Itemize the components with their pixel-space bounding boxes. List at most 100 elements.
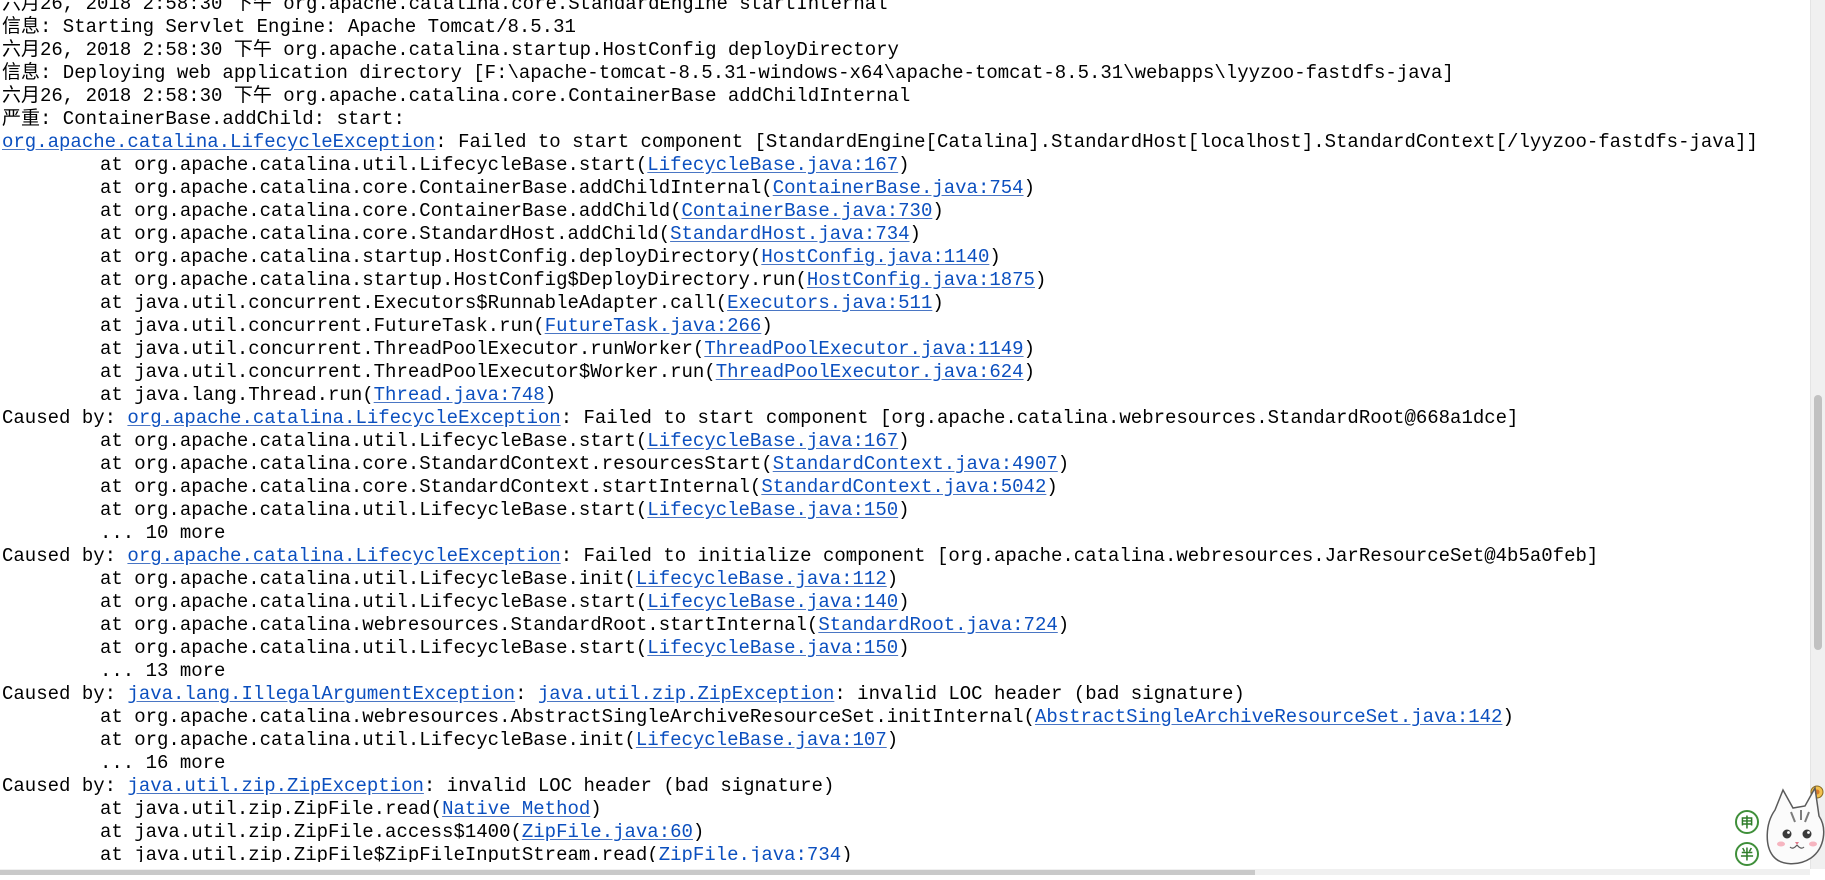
vertical-scrollbar[interactable]	[1810, 0, 1825, 869]
source-link[interactable]: LifecycleBase.java:112	[636, 568, 887, 590]
stack-trace-line: at java.util.concurrent.ThreadPoolExecut…	[2, 338, 1758, 361]
source-link[interactable]: ZipFile.java:734	[659, 844, 841, 862]
source-link[interactable]: StandardRoot.java:724	[818, 614, 1057, 636]
log-text: :	[515, 683, 538, 705]
log-line: Caused by: org.apache.catalina.Lifecycle…	[2, 545, 1758, 568]
log-text: )	[886, 568, 899, 590]
source-link[interactable]: LifecycleBase.java:150	[647, 637, 898, 659]
source-link[interactable]: StandardContext.java:5042	[761, 476, 1046, 498]
log-text: at org.apache.catalina.util.LifecycleBas…	[100, 154, 648, 176]
log-text: 六月26, 2018 2:58:30 下午 org.apache.catalin…	[2, 85, 911, 107]
vertical-scrollbar-thumb[interactable]	[1814, 395, 1822, 650]
stack-trace-line: at java.util.concurrent.ThreadPoolExecut…	[2, 361, 1758, 384]
source-link[interactable]: HostConfig.java:1875	[807, 269, 1035, 291]
log-text: at org.apache.catalina.core.ContainerBas…	[100, 177, 773, 199]
log-text: at java.util.concurrent.ThreadPoolExecut…	[100, 361, 716, 383]
stack-trace-line: at org.apache.catalina.util.LifecycleBas…	[2, 729, 1758, 752]
log-text: )	[898, 499, 910, 521]
stack-trace-line: at org.apache.catalina.util.LifecycleBas…	[2, 430, 1758, 453]
log-text: 六月26, 2018 2:58:30 下午 org.apache.catalin…	[2, 0, 888, 15]
source-link[interactable]: HostConfig.java:1140	[761, 246, 989, 268]
log-text: )	[1023, 338, 1035, 360]
log-text: ... 16 more	[100, 752, 226, 774]
source-link[interactable]: org.apache.catalina.LifecycleException	[127, 545, 560, 567]
source-link[interactable]: org.apache.catalina.LifecycleException	[2, 131, 435, 153]
stack-trace-line: at org.apache.catalina.util.LifecycleBas…	[2, 499, 1758, 522]
source-link[interactable]: ContainerBase.java:730	[682, 200, 933, 222]
log-text: at org.apache.catalina.core.ContainerBas…	[100, 200, 682, 222]
source-link[interactable]: java.util.zip.ZipException	[538, 683, 834, 705]
console-lines: 六月26, 2018 2:58:30 下午 org.apache.catalin…	[2, 0, 1758, 862]
stack-trace-line: at org.apache.catalina.core.StandardCont…	[2, 453, 1758, 476]
log-text: at org.apache.catalina.util.LifecycleBas…	[100, 591, 648, 613]
log-text: Caused by:	[2, 407, 128, 429]
log-text: )	[1502, 706, 1514, 728]
log-text: )	[590, 798, 602, 820]
log-text: at org.apache.catalina.util.LifecycleBas…	[100, 499, 648, 521]
stack-trace-line: at org.apache.catalina.startup.HostConfi…	[2, 269, 1758, 292]
source-link[interactable]: AbstractSingleArchiveResourceSet.java:14…	[1035, 706, 1502, 728]
cat-mascot-icon[interactable]: 申 半	[1735, 778, 1825, 875]
stack-trace-line: at java.util.zip.ZipFile.read(Native Met…	[2, 798, 1758, 821]
log-text: at java.lang.Thread.run(	[100, 384, 374, 406]
log-text: 六月26, 2018 2:58:30 下午 org.apache.catalin…	[2, 39, 899, 61]
log-text: Caused by:	[2, 775, 128, 797]
log-text: )	[1034, 269, 1047, 291]
log-text: )	[692, 821, 705, 843]
source-link[interactable]: FutureTask.java:266	[545, 315, 762, 337]
log-text: Caused by:	[2, 545, 128, 567]
log-text: at org.apache.catalina.core.StandardHost…	[100, 223, 671, 245]
log-text: at java.util.concurrent.ThreadPoolExecut…	[100, 338, 705, 360]
log-text: )	[932, 292, 944, 314]
log-text: at org.apache.catalina.util.LifecycleBas…	[100, 568, 636, 590]
log-line: Caused by: java.util.zip.ZipException: i…	[2, 775, 1758, 798]
log-text: : Failed to initialize component [org.ap…	[560, 545, 1599, 567]
log-text: : Failed to start component [StandardEng…	[435, 131, 1758, 153]
log-text: )	[989, 246, 1001, 268]
stack-trace-line: at org.apache.catalina.util.LifecycleBas…	[2, 591, 1758, 614]
stack-trace-line: at org.apache.catalina.core.StandardHost…	[2, 223, 1758, 246]
source-link[interactable]: Executors.java:511	[727, 292, 932, 314]
stack-trace-line: at org.apache.catalina.util.LifecycleBas…	[2, 637, 1758, 660]
stack-trace-line: at java.util.zip.ZipFile.access$1400(Zip…	[2, 821, 1758, 844]
log-line: org.apache.catalina.LifecycleException: …	[2, 131, 1758, 154]
source-link[interactable]: ContainerBase.java:754	[773, 177, 1024, 199]
source-link[interactable]: ThreadPoolExecutor.java:1149	[704, 338, 1023, 360]
source-link[interactable]: LifecycleBase.java:140	[647, 591, 898, 613]
stack-trace-line: ... 13 more	[2, 660, 1758, 683]
log-text: )	[544, 384, 557, 406]
source-link[interactable]: LifecycleBase.java:150	[647, 499, 898, 521]
horizontal-scrollbar-thumb[interactable]	[0, 870, 1255, 875]
horizontal-scrollbar[interactable]	[0, 869, 1810, 875]
source-link[interactable]: LifecycleBase.java:167	[647, 154, 898, 176]
log-text: at org.apache.catalina.webresources.Stan…	[100, 614, 819, 636]
log-text: : Failed to start component [org.apache.…	[560, 407, 1519, 429]
log-text: )	[898, 637, 910, 659]
log-text: 严重: ContainerBase.addChild: start:	[2, 108, 405, 130]
log-text: at org.apache.catalina.core.StandardCont…	[100, 453, 773, 475]
log-text: 信息: Deploying web application directory …	[2, 62, 1454, 84]
log-text: )	[932, 200, 944, 222]
log-text: at org.apache.catalina.util.LifecycleBas…	[100, 637, 648, 659]
console-output[interactable]: 六月26, 2018 2:58:30 下午 org.apache.catalin…	[0, 0, 1810, 862]
stack-trace-line: at java.util.zip.ZipFile$ZipFileInputStr…	[2, 844, 1758, 862]
source-link[interactable]: StandardContext.java:4907	[773, 453, 1058, 475]
source-link[interactable]: ThreadPoolExecutor.java:624	[716, 361, 1024, 383]
source-link[interactable]: LifecycleBase.java:167	[647, 430, 898, 452]
log-text: )	[1023, 361, 1035, 383]
log-text: )	[909, 223, 921, 245]
source-link[interactable]: java.util.zip.ZipException	[127, 775, 423, 797]
log-text: at org.apache.catalina.startup.HostConfi…	[100, 269, 807, 291]
log-text: 信息: Starting Servlet Engine: Apache Tomc…	[2, 16, 576, 38]
log-line: Caused by: java.lang.IllegalArgumentExce…	[2, 683, 1758, 706]
log-text: at org.apache.catalina.core.StandardCont…	[100, 476, 762, 498]
source-link[interactable]: Thread.java:748	[374, 384, 545, 406]
source-link[interactable]: ZipFile.java:60	[522, 821, 693, 843]
source-link[interactable]: java.lang.IllegalArgumentException	[127, 683, 515, 705]
stack-trace-line: ... 10 more	[2, 522, 1758, 545]
source-link[interactable]: LifecycleBase.java:107	[636, 729, 887, 751]
source-link[interactable]: org.apache.catalina.LifecycleException	[127, 407, 560, 429]
source-link[interactable]: Native Method	[442, 798, 590, 820]
stack-trace-line: at org.apache.catalina.webresources.Abst…	[2, 706, 1758, 729]
source-link[interactable]: StandardHost.java:734	[670, 223, 909, 245]
